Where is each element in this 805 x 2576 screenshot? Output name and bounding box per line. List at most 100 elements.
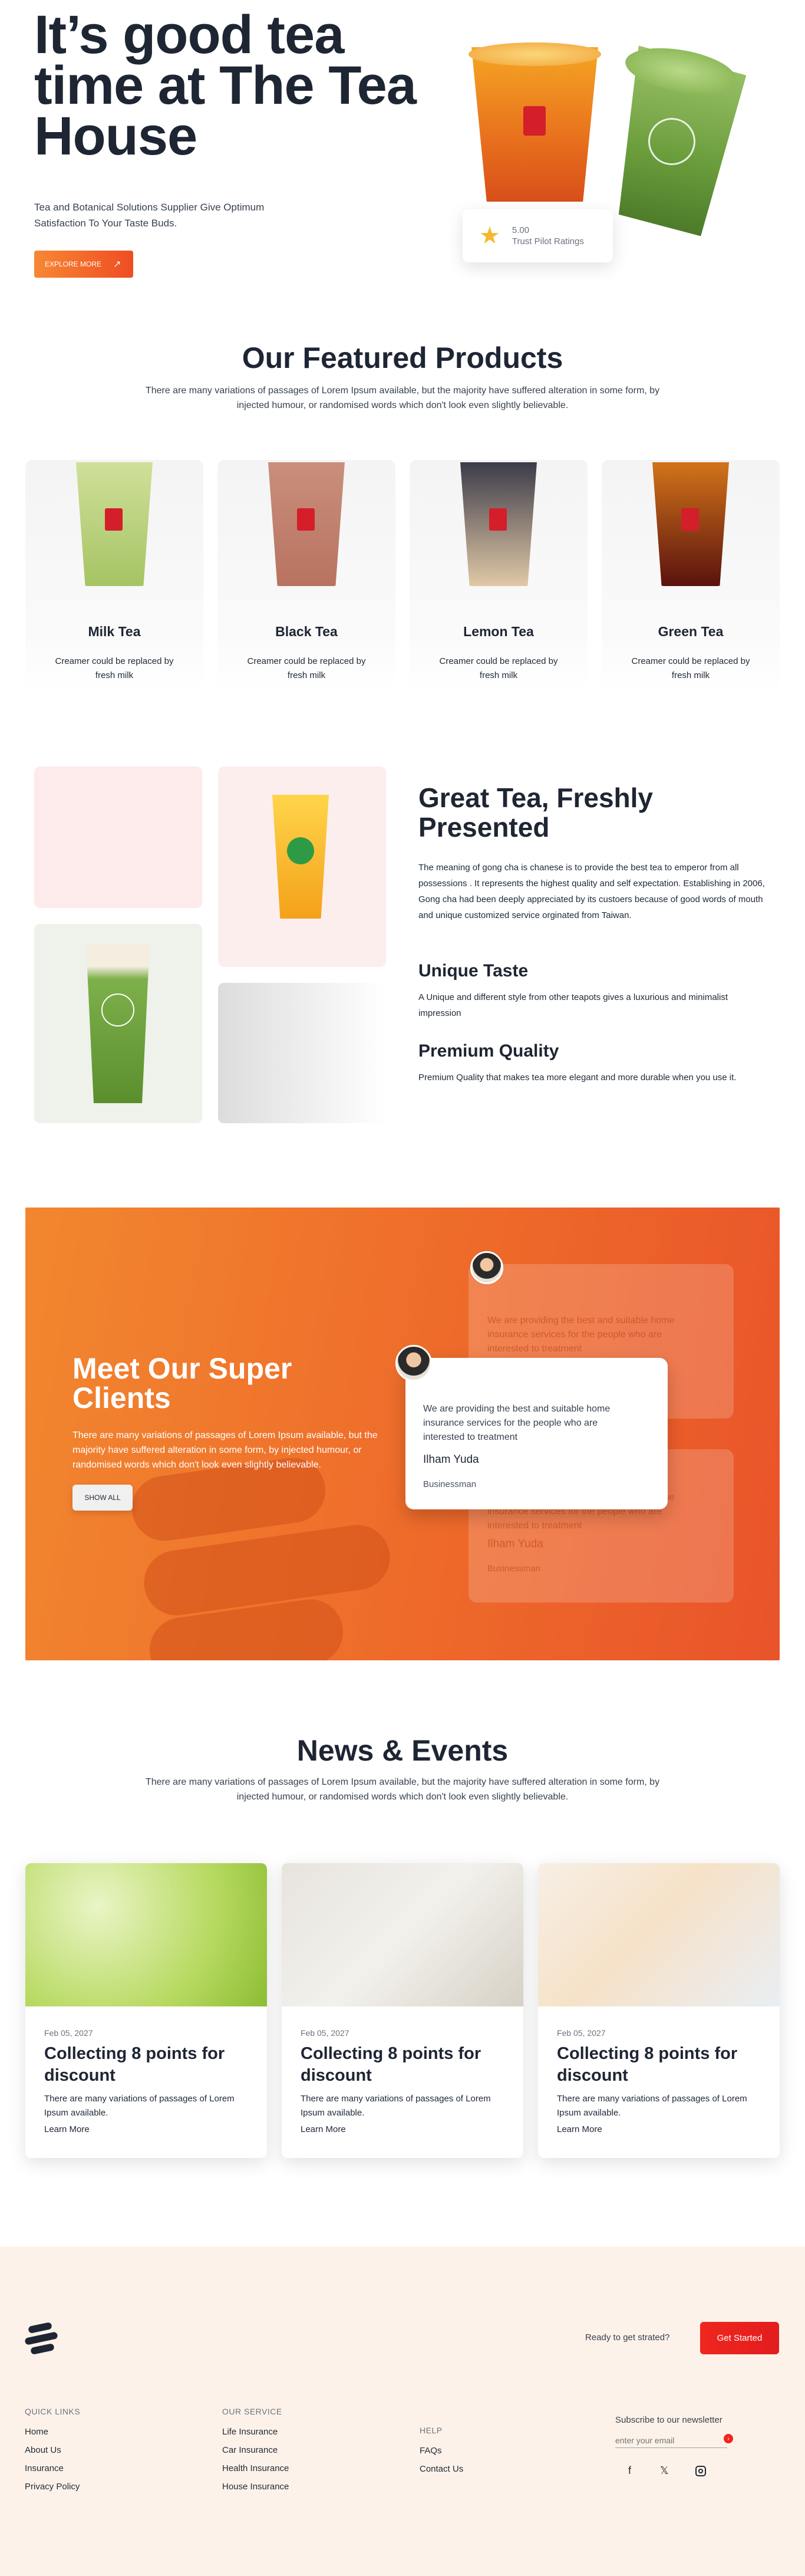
matcha-tea-image <box>34 924 202 1123</box>
learn-more-link[interactable]: Learn More <box>301 2124 346 2134</box>
arrow-up-right-icon: ↗ <box>113 259 121 269</box>
news-title: Collecting 8 points for discount <box>44 2044 225 2085</box>
product-image <box>268 462 345 586</box>
news-description: There are many variations of passages of… <box>44 2094 235 2118</box>
hero-title: It’s good tea time at The Tea House <box>34 5 417 166</box>
ready-text: Ready to get strated? <box>585 2332 670 2343</box>
unique-taste-title: Unique Taste <box>418 961 529 981</box>
brand-badge-icon <box>489 508 507 531</box>
great-tea-title: Great Tea, Freshly Presented <box>418 782 653 843</box>
get-started-button[interactable]: Get Started <box>700 2322 779 2354</box>
great-tea-body: The meaning of gong cha is chanese is to… <box>418 863 765 920</box>
news-card[interactable]: Feb 05, 2027 Collecting 8 points for disc… <box>25 1863 267 2158</box>
premium-quality-title: Premium Quality <box>418 1041 559 1061</box>
footer-link[interactable]: Life Insurance <box>222 2427 289 2437</box>
news-date: Feb 05, 2027 <box>44 2028 93 2038</box>
news-title: Collecting 8 points for discount <box>301 2044 481 2085</box>
avatar <box>395 1345 432 1381</box>
explore-more-label: EXPLORE MORE <box>45 260 102 268</box>
footer-link[interactable]: About Us <box>25 2445 80 2455</box>
footer-link[interactable]: Home <box>25 2427 80 2437</box>
footer: Ready to get strated? Get Started QUICK … <box>0 2246 805 2576</box>
news-description: There are many variations of passages of… <box>557 2094 747 2118</box>
footer-link[interactable]: Insurance <box>25 2463 80 2473</box>
testimonial-name: Ilham Yuda <box>423 1453 479 1466</box>
footer-link[interactable]: House Insurance <box>222 2482 289 2492</box>
show-all-button[interactable]: SHOW ALL <box>72 1485 133 1511</box>
news-title: Collecting 8 points for discount <box>557 2044 738 2085</box>
clients-title: Meet Our Super Clients <box>72 1352 292 1414</box>
decor-gray-box <box>218 983 386 1123</box>
product-card[interactable]: Milk Tea Creamer could be replaced by fre… <box>25 460 203 691</box>
newsletter-email-input[interactable] <box>615 2433 727 2448</box>
newsletter-label: Subscribe to our newsletter <box>615 2415 722 2425</box>
news-description: There are many variations of passages of… <box>301 2094 491 2118</box>
product-image <box>460 462 537 586</box>
rating-value: 5.00 <box>512 225 530 235</box>
twitter-icon[interactable]: 𝕏 <box>660 2465 669 2477</box>
clients-section: Meet Our Super Clients There are many va… <box>25 1208 780 1660</box>
product-description: Creamer could be replaced by fresh milk <box>439 656 558 680</box>
product-name: Lemon Tea <box>463 624 534 639</box>
footer-col-quick-links: QUICK LINKS Home About Us Insurance Privacy… <box>25 2407 80 2492</box>
facebook-icon[interactable]: f <box>628 2465 631 2477</box>
explore-more-button[interactable]: EXPLORE MORE ↗ <box>34 251 133 278</box>
footer-link[interactable]: Health Insurance <box>222 2463 289 2473</box>
clients-description: There are many variations of passages of… <box>72 1430 378 1470</box>
product-image <box>76 462 153 586</box>
footer-col-help: HELP FAQs Contact Us <box>420 2426 463 2474</box>
news-date: Feb 05, 2027 <box>557 2028 606 2038</box>
testimonial-role: Businessman <box>487 1564 541 1574</box>
testimonial-role: Businessman <box>423 1479 477 1489</box>
product-card[interactable]: Green Tea Creamer could be replaced by fr… <box>602 460 780 691</box>
product-card[interactable]: Black Tea Creamer could be replaced by fr… <box>217 460 395 691</box>
news-image <box>282 1863 523 2006</box>
footer-link[interactable]: FAQs <box>420 2446 463 2456</box>
star-icon: ★ <box>479 223 500 249</box>
footer-col-title: HELP <box>420 2426 443 2435</box>
footer-col-title: QUICK LINKS <box>25 2407 81 2416</box>
brand-badge-icon <box>297 508 315 531</box>
product-name: Milk Tea <box>88 624 141 639</box>
news-image <box>538 1863 780 2006</box>
footer-link[interactable]: Privacy Policy <box>25 2482 80 2492</box>
instagram-icon[interactable] <box>695 2466 706 2476</box>
product-card[interactable]: Lemon Tea Creamer could be replaced by fr… <box>410 460 588 691</box>
news-description: There are many variations of passages of… <box>145 1777 660 1802</box>
product-name: Green Tea <box>658 624 724 639</box>
submit-arrow-icon[interactable]: › <box>724 2434 733 2443</box>
hero-subtitle: Tea and Botanical Solutions Supplier Giv… <box>34 202 265 229</box>
featured-description: There are many variations of passages of… <box>145 386 660 410</box>
product-image <box>652 462 729 586</box>
orange-tea-cup-top <box>469 42 601 66</box>
learn-more-link[interactable]: Learn More <box>557 2124 602 2134</box>
testimonial-card: We are providing the best and suitable h… <box>405 1358 668 1509</box>
brand-badge-icon <box>523 106 546 136</box>
rating-card: ★ 5.00 Trust Pilot Ratings <box>463 209 613 262</box>
footer-col-our-service: OUR SERVICE Life Insurance Car Insurance H… <box>222 2407 289 2492</box>
product-description: Creamer could be replaced by fresh milk <box>247 656 366 680</box>
news-date: Feb 05, 2027 <box>301 2028 349 2038</box>
testimonial-quote: We are providing the best and suitable h… <box>487 1315 675 1354</box>
testimonial-name: Ilham Yuda <box>487 1538 543 1550</box>
footer-link[interactable]: Car Insurance <box>222 2445 289 2455</box>
avatar <box>470 1251 503 1284</box>
mango-tea-image <box>218 766 386 967</box>
learn-more-link[interactable]: Learn More <box>44 2124 90 2134</box>
featured-title: Our Featured Products <box>242 341 563 374</box>
product-description: Creamer could be replaced by fresh milk <box>55 656 174 680</box>
news-card[interactable]: Feb 05, 2027 Collecting 8 points for disc… <box>538 1863 780 2158</box>
news-card[interactable]: Feb 05, 2027 Collecting 8 points for disc… <box>282 1863 523 2158</box>
news-title: News & Events <box>296 1734 509 1767</box>
testimonial-quote: We are providing the best and suitable h… <box>423 1404 611 1442</box>
news-image <box>25 1863 267 2006</box>
footer-link[interactable]: Contact Us <box>420 2464 463 2474</box>
product-description: Creamer could be replaced by fresh milk <box>631 656 750 680</box>
unique-taste-body: A Unique and different style from other … <box>418 992 728 1018</box>
decor-pink-box <box>34 766 202 908</box>
footer-col-title: OUR SERVICE <box>222 2407 282 2416</box>
brand-badge-icon <box>105 508 123 531</box>
brand-logo-icon[interactable] <box>24 2321 61 2358</box>
product-name: Black Tea <box>275 624 338 639</box>
rating-label: Trust Pilot Ratings <box>512 236 584 246</box>
